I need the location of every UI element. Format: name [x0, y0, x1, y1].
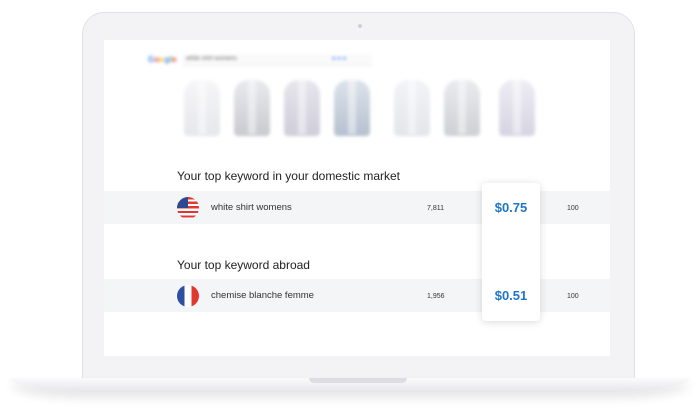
abroad-score: 100 [567, 293, 579, 300]
camera-icon [358, 24, 362, 28]
shirt-image [394, 80, 430, 136]
blurred-search-results: Google white shirt womens ● ● ● [104, 40, 610, 140]
shirt-image [499, 80, 535, 136]
shirt-image [334, 80, 370, 136]
abroad-section-title: Your top keyword abroad [177, 258, 310, 272]
laptop-screen: Google white shirt womens ● ● ● Your top… [104, 40, 610, 356]
domestic-cpc: $0.75 [494, 200, 528, 215]
domestic-score: 100 [567, 205, 579, 212]
shirt-image [184, 80, 220, 136]
shirt-image [234, 80, 270, 136]
domestic-keyword: white shirt womens [211, 202, 292, 213]
abroad-keyword: chemise blanche femme [211, 290, 314, 301]
search-query: white shirt womens [186, 56, 238, 62]
domestic-section-title: Your top keyword in your domestic market [177, 169, 400, 183]
search-tool-icons: ● ● ● [332, 56, 347, 62]
abroad-search-volume: 1,956 [427, 293, 445, 300]
shirt-image [444, 80, 480, 136]
laptop-notch [309, 378, 407, 383]
google-logo: Google [148, 55, 177, 64]
abroad-cpc: $0.51 [494, 288, 528, 303]
france-flag-icon [177, 285, 199, 307]
domestic-search-volume: 7,811 [427, 205, 444, 212]
shirt-image [284, 80, 320, 136]
us-flag-icon [177, 197, 199, 219]
